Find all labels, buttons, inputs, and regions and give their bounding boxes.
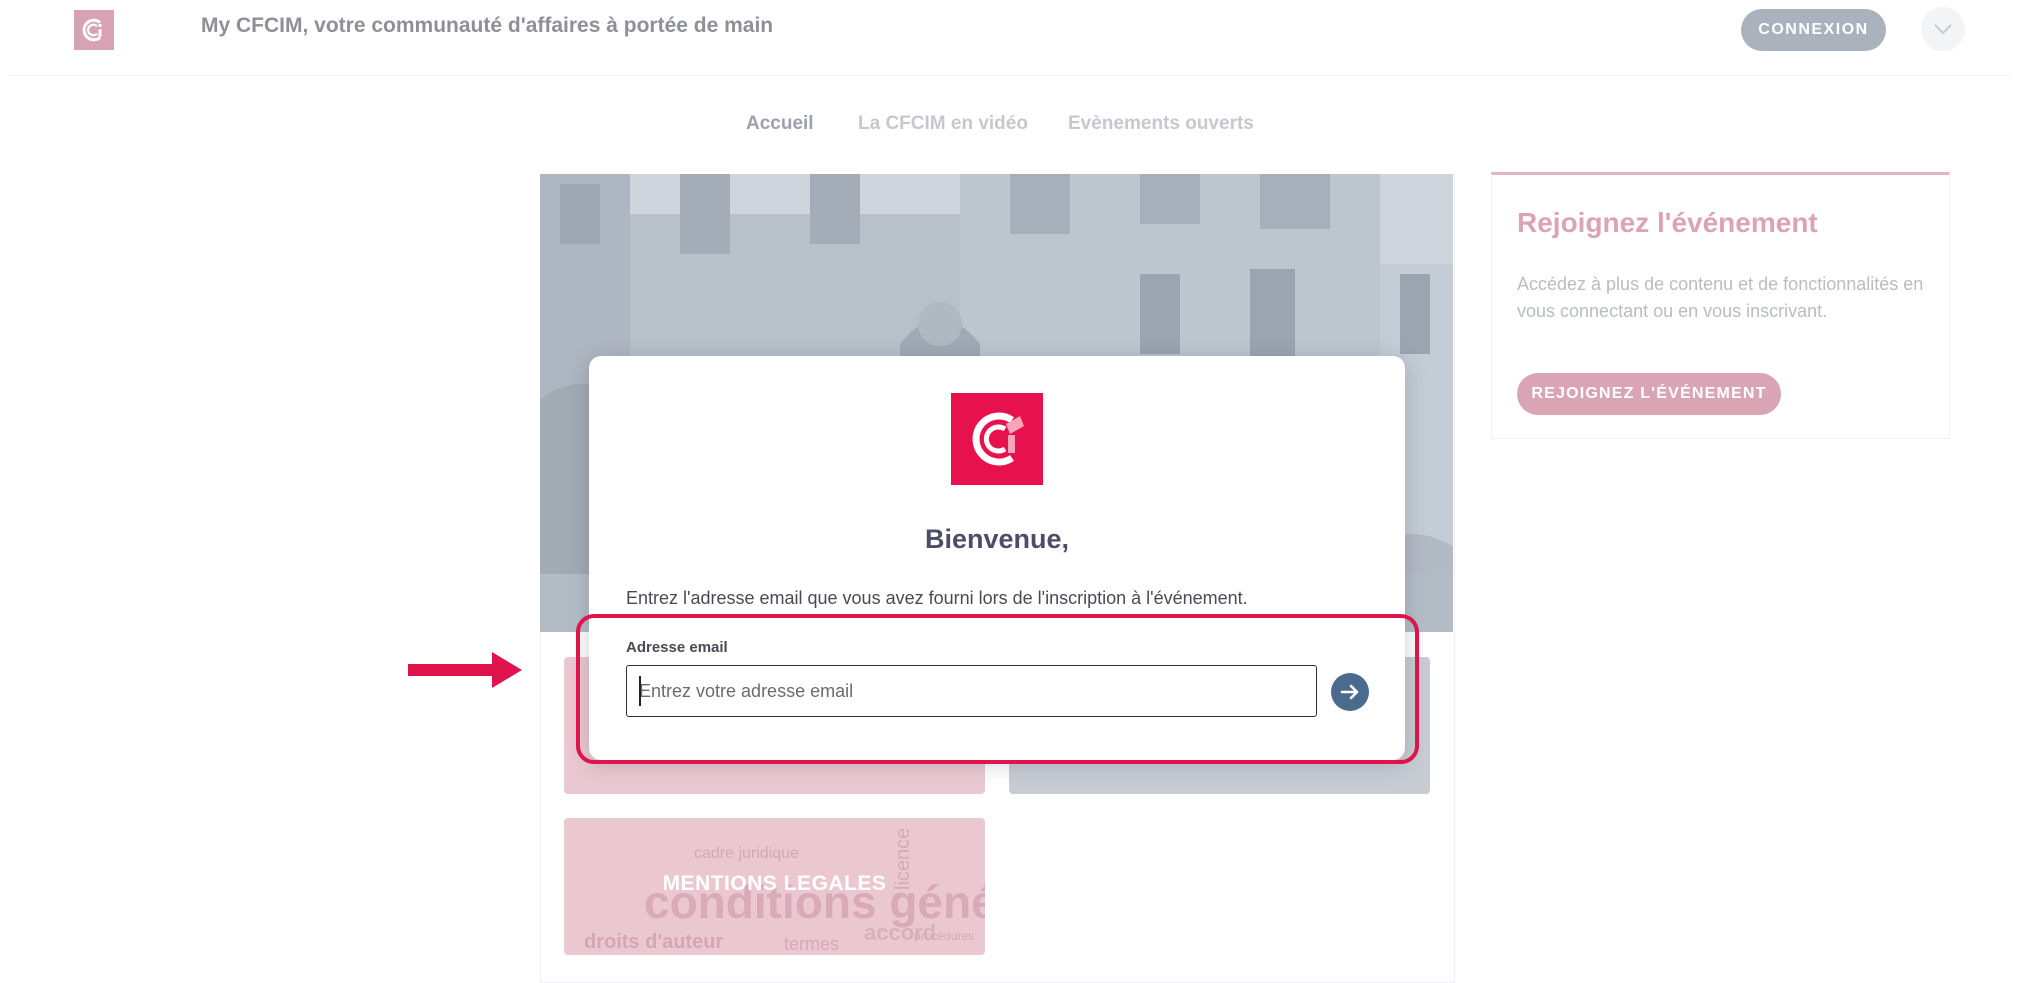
wordcloud-word: cadre juridique — [694, 845, 799, 862]
join-event-description: Accédez à plus de contenu et de fonction… — [1517, 274, 1924, 321]
mentions-legales-tile[interactable]: conditions générales droits d'auteur ter… — [564, 818, 985, 955]
annotation-arrow-icon — [408, 652, 522, 688]
welcome-title: Bienvenue, — [924, 524, 1070, 554]
join-event-card: Rejoignez l'événement Accédez à plus de … — [1491, 172, 1950, 439]
login-instructions: Entrez l'adresse email que vous avez fou… — [626, 588, 1248, 608]
connexion-button[interactable]: CONNEXION — [1741, 9, 1886, 51]
cfcim-logo-icon[interactable] — [74, 10, 114, 50]
join-event-title: Rejoignez l'événement — [1517, 207, 1818, 238]
tab-evenements-ouverts[interactable]: Evènements ouverts — [1068, 113, 1254, 135]
site-title: My CFCIM, votre communauté d'affaires à … — [201, 14, 774, 37]
tab-accueil[interactable]: Accueil — [746, 113, 814, 135]
wordcloud-word: termes — [784, 934, 839, 954]
wordcloud-word: procédures — [914, 929, 974, 943]
mentions-legales-label: MENTIONS LEGALES — [662, 872, 887, 895]
email-label: Adresse email — [626, 639, 728, 656]
text-caret — [639, 676, 641, 706]
tab-cfcim-video[interactable]: La CFCIM en vidéo — [858, 113, 1028, 135]
top-bar: My CFCIM, votre communauté d'affaires à … — [10, 0, 2010, 76]
email-input[interactable] — [626, 665, 1317, 717]
wordcloud-word: droits d'auteur — [584, 931, 723, 953]
chevron-down-icon — [1934, 24, 1952, 35]
cfcim-logo-icon — [951, 393, 1043, 485]
join-event-button[interactable]: REJOIGNEZ L'ÉVÉNEMENT — [1517, 373, 1781, 415]
user-menu-dropdown[interactable] — [1921, 7, 1965, 51]
submit-email-button[interactable] — [1331, 673, 1369, 711]
login-modal: Bienvenue, Entrez l'adresse email que vo… — [589, 356, 1405, 760]
arrow-right-icon — [1340, 684, 1359, 700]
